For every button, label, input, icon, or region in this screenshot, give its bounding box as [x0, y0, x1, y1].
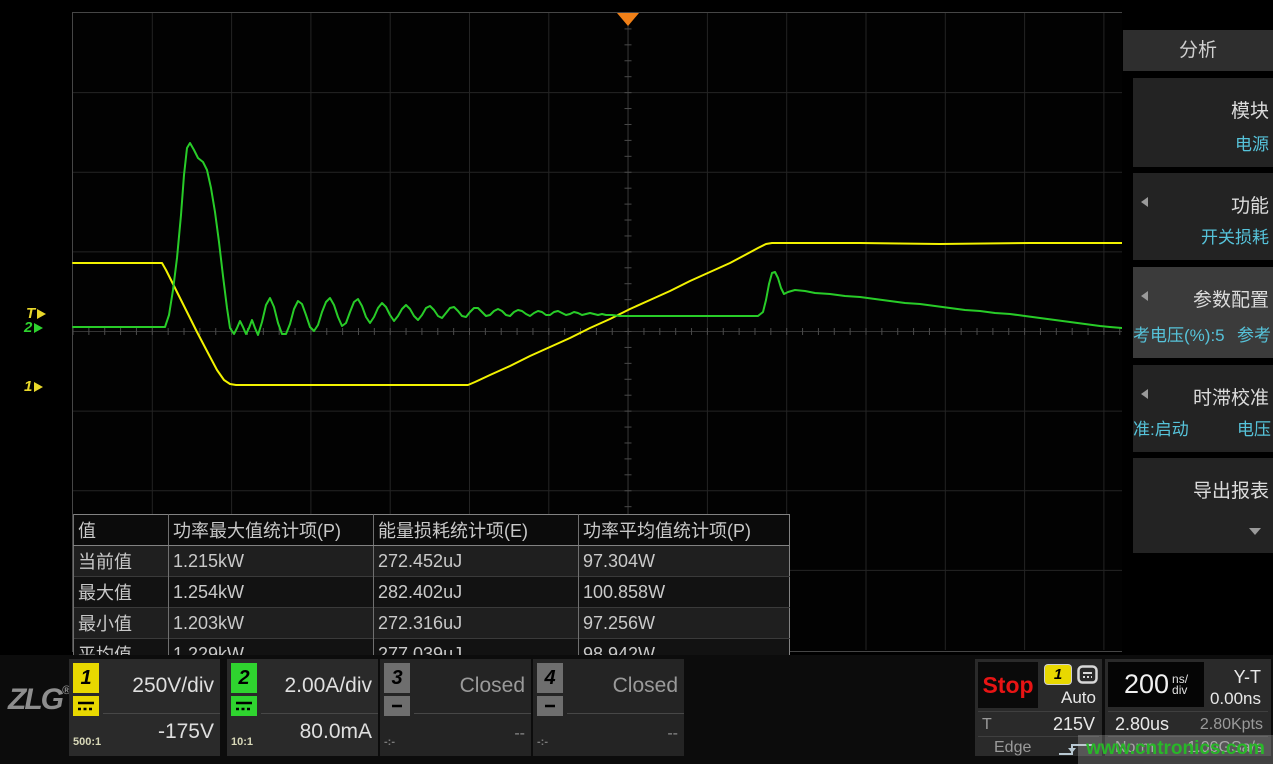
channel-3-scale: Closed	[460, 674, 525, 698]
menu-item-label: 模块	[1231, 96, 1269, 123]
trigger-position-marker-icon[interactable]	[617, 13, 639, 26]
deskew-voltage: 电压	[1237, 415, 1271, 440]
menu-item-label: 时滞校准	[1193, 383, 1269, 410]
menu-item-function[interactable]: 功能 开关损耗	[1133, 173, 1273, 260]
param-reference: 参考	[1237, 321, 1271, 346]
table-cell: 最小值	[74, 608, 169, 639]
timebase-scale-unit: ns/div	[1172, 674, 1188, 696]
table-cell: 100.858W	[579, 577, 790, 608]
channel-3-probe-ratio: -:-	[384, 736, 395, 748]
collapse-left-arrow-icon	[1141, 389, 1148, 399]
site-watermark: www.cntronics.com	[1078, 735, 1273, 764]
table-cell: 1.203kW	[169, 608, 374, 639]
table-cell: 282.402uJ	[374, 577, 579, 608]
collapse-left-arrow-icon	[1141, 197, 1148, 207]
table-cell: 272.452uJ	[374, 546, 579, 577]
table-row-max: 最大值 1.254kW 282.402uJ 100.858W	[74, 577, 790, 608]
channel-1-ground-marker[interactable]: 1	[24, 379, 43, 394]
menu-item-label: 功能	[1231, 191, 1269, 218]
menu-item-label: 导出报表	[1193, 476, 1269, 503]
menu-item-values: 考电压(%):5 参考	[1133, 321, 1271, 346]
table-header-power-avg: 功率平均值统计项(P)	[579, 515, 790, 546]
trigger-type: Edge	[982, 739, 1031, 757]
channel-1-probe-ratio: 500:1	[73, 736, 101, 748]
table-cell: 当前值	[74, 546, 169, 577]
trigger-coupling-icon	[1077, 665, 1098, 684]
menu-item-values: 准:启动 电压	[1133, 415, 1271, 440]
table-cell: 272.316uJ	[374, 608, 579, 639]
channel-1-control[interactable]: 1 250V/div -175V 500:1	[69, 659, 220, 756]
measurement-table: 值 功率最大值统计项(P) 能量损耗统计项(E) 功率平均值统计项(P) 当前值…	[73, 514, 790, 670]
channel-1-offset: -175V	[158, 720, 214, 744]
channel-3-offset: --	[514, 725, 525, 743]
panel-title: 分析	[1123, 30, 1273, 71]
channel-2-probe-ratio: 10:1	[231, 736, 253, 748]
menu-item-value: 开关损耗	[1201, 223, 1269, 248]
table-cell: 1.254kW	[169, 577, 374, 608]
timebase-scale: 200 ns/div	[1108, 662, 1204, 707]
table-cell: 97.256W	[579, 608, 790, 639]
table-row-current: 当前值 1.215kW 272.452uJ 97.304W	[74, 546, 790, 577]
channel-2-marker-label: 2	[24, 320, 32, 335]
dc-coupling-icon	[231, 696, 257, 716]
table-header-value: 值	[74, 515, 169, 546]
trigger-level-label: T	[982, 716, 992, 734]
menu-item-label: 参数配置	[1193, 285, 1269, 312]
capture-window: 2.80us	[1115, 714, 1169, 735]
menu-item-export-report[interactable]: 导出报表	[1133, 458, 1273, 553]
channel-1-badge: 1	[73, 663, 99, 693]
menu-item-param-config[interactable]: 参数配置 考电压(%):5 参考	[1133, 267, 1273, 358]
divider	[1108, 711, 1268, 712]
trigger-source-badge: 1	[1045, 665, 1071, 684]
table-cell: 97.304W	[579, 546, 790, 577]
table-header-power-max: 功率最大值统计项(P)	[169, 515, 374, 546]
channel-off-icon	[537, 696, 563, 716]
table-header-row: 值 功率最大值统计项(P) 能量损耗统计项(E) 功率平均值统计项(P)	[74, 515, 790, 546]
trigger-level-value: 215V	[1053, 714, 1095, 735]
divider	[978, 711, 1099, 712]
channel-1-scale: 250V/div	[132, 674, 214, 698]
param-ref-voltage: 考电压(%):5	[1133, 321, 1225, 346]
deskew-start: 准:启动	[1133, 415, 1189, 440]
zlg-logo: ZLG®	[8, 683, 71, 717]
table-cell: 最大值	[74, 577, 169, 608]
channel-4-control[interactable]: 4 Closed -- -:-	[533, 659, 684, 756]
channel-2-badge: 2	[231, 663, 257, 693]
channel-2-control[interactable]: 2 2.00A/div 80.0mA 10:1	[227, 659, 378, 756]
right-arrow-icon	[37, 309, 46, 319]
channel-3-badge: 3	[384, 663, 410, 693]
display-mode: Y-T	[1234, 667, 1261, 688]
record-length: 2.80Kpts	[1200, 716, 1263, 734]
channel-3-control[interactable]: 3 Closed -- -:-	[380, 659, 531, 756]
oscilloscope-screen: T 2 1 值 功率最大值统计项(P) 能量损耗统计项(E) 功率平均值统计项(…	[0, 0, 1273, 764]
analysis-panel: 分析 模块 电源 功能 开关损耗 参数配置 考电压(%):5 参考 时滞校准 准…	[1122, 0, 1273, 655]
dc-coupling-icon	[73, 696, 99, 716]
channel-4-probe-ratio: -:-	[537, 736, 548, 748]
table-row-min: 最小值 1.203kW 272.316uJ 97.256W	[74, 608, 790, 639]
menu-item-module[interactable]: 模块 电源	[1133, 78, 1273, 167]
channel-4-badge: 4	[537, 663, 563, 693]
channel-2-scale: 2.00A/div	[284, 674, 372, 698]
channel-4-offset: --	[667, 725, 678, 743]
acquisition-status: Stop	[978, 662, 1038, 708]
menu-item-value: 电源	[1235, 130, 1269, 155]
channel-4-scale: Closed	[613, 674, 678, 698]
channel-2-offset: 80.0mA	[300, 720, 372, 744]
dropdown-down-arrow-icon[interactable]	[1249, 528, 1261, 535]
table-cell: 1.215kW	[169, 546, 374, 577]
collapse-left-arrow-icon	[1141, 291, 1148, 301]
channel-1-marker-label: 1	[24, 379, 32, 394]
trigger-delay: 0.00ns	[1210, 689, 1261, 709]
right-arrow-icon	[34, 382, 43, 392]
trigger-mode: Auto	[1061, 688, 1096, 708]
menu-item-deskew-calibration[interactable]: 时滞校准 准:启动 电压	[1133, 365, 1273, 452]
bottom-status-bar: ZLG® 1 250V/div -175V 500:1 2 2.00A/div …	[0, 655, 1273, 764]
channel-2-ground-marker[interactable]: 2	[24, 320, 43, 335]
right-arrow-icon	[34, 323, 43, 333]
table-header-energy: 能量损耗统计项(E)	[374, 515, 579, 546]
channel-off-icon	[384, 696, 410, 716]
timebase-scale-number: 200	[1124, 669, 1169, 700]
